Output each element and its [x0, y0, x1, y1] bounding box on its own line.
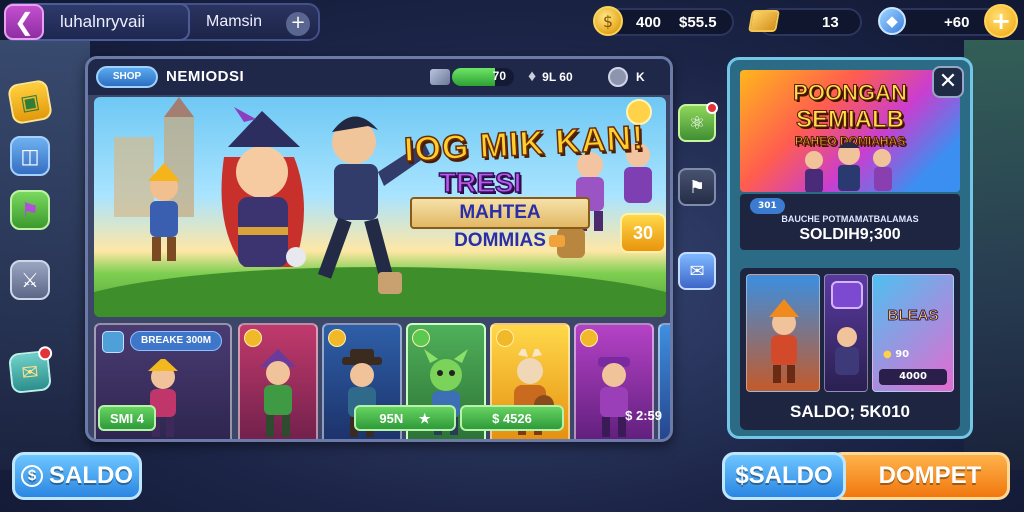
strip-label: BREAKE 300M [130, 331, 223, 351]
cash-value: $55.5 [679, 13, 717, 31]
strip-tag-icon [102, 331, 124, 353]
scroll-icon: ⚑ [21, 198, 39, 222]
energy-icon [430, 69, 450, 85]
back-arrow-icon[interactable]: ❮ [4, 4, 44, 40]
sidebar-mail-button[interactable]: ✉ [8, 345, 53, 394]
panel-title: NEMIODSI [166, 68, 245, 85]
card-badge-icon [244, 329, 262, 347]
dollar-sign: $ [735, 462, 749, 489]
profile-pill[interactable]: ❮ luhalnryvaii [4, 3, 190, 41]
card-badge-icon [412, 329, 430, 347]
saldo-button-right[interactable]: $ SALDO [722, 452, 846, 500]
potion-icon: ⚛ [688, 112, 706, 134]
tickets-counter: K [608, 67, 645, 87]
small-offer-button[interactable]: SMI 4 [98, 405, 156, 431]
energy-bar: 70 [452, 68, 514, 86]
coin-icon: $ [592, 4, 624, 38]
character-figure [598, 357, 630, 437]
background-right [964, 40, 1024, 470]
shop-chip[interactable]: SHOP [96, 66, 158, 88]
key-icon: ♦ [528, 68, 537, 85]
promo-card[interactable] [824, 274, 868, 392]
promo-card-price1: ● 90 [883, 349, 909, 360]
dompet-button[interactable]: DOMPET [830, 452, 1010, 500]
gold-bar-icon [748, 4, 780, 38]
promo-card[interactable]: BLEAS ● 90 4000 [872, 274, 954, 392]
potion-button[interactable]: ⚛ [678, 102, 718, 142]
trophy-button[interactable]: ⚑ [678, 168, 716, 206]
energy-bar-fill [452, 68, 496, 86]
offer-button[interactable]: 95N ★ [354, 405, 456, 431]
promo-cards: BLEAS ● 90 4000 SALDO; 5K010 [740, 268, 960, 430]
coin-icon: ● [883, 349, 892, 360]
keys-value: 9L 60 [542, 70, 573, 84]
promo-saldo: SALDO; 5K010 [790, 402, 910, 421]
promo-card-price1-value: 90 [895, 349, 910, 360]
promo-card[interactable] [746, 274, 820, 392]
saldo-label-left: SALDO [49, 462, 133, 489]
card-badge-icon [328, 329, 346, 347]
promo-info: 301 BAUCHE POTMAMATBALAMAS SOLDIH9;300 [740, 194, 960, 250]
sidebar-quest-button[interactable]: ⚑ [10, 190, 50, 230]
promo-art[interactable]: POONGAN SEMIALB PAHEO DOMIAHAS [740, 70, 960, 192]
gift-icon: ✉ [689, 260, 705, 282]
character-card[interactable] [238, 323, 318, 439]
price-label: $ 2:59 [625, 408, 662, 423]
dollar-icon: $ [21, 465, 43, 487]
saldo-label-right: SALDO [748, 462, 833, 489]
banner-subtitle: TRESI [438, 166, 522, 199]
sidebar-battle-button[interactable]: ⚔ [10, 260, 50, 300]
gems-value: +60 [944, 13, 970, 31]
promo-card-title: BLEAS [887, 307, 939, 325]
promo-chip: 301 [750, 198, 785, 214]
promo-description: BAUCHE POTMAMATBALAMAS [781, 214, 919, 224]
trophy-icon: ⚑ [688, 176, 706, 198]
top-bar: Mamsin + ❮ luhalnryvaii 400 $55.5 $ 13 +… [0, 0, 1024, 46]
event-banner[interactable]: IOG MIK KAN! TRESI MAHTEA DOMMIAS 30 [94, 97, 666, 317]
buy-button[interactable]: $ 4526 [460, 405, 564, 431]
coins-value: 400 [636, 13, 662, 31]
energy-value: 70 [492, 69, 506, 83]
close-icon[interactable]: ✕ [932, 66, 964, 98]
card-badge-icon [496, 329, 514, 347]
add-tab-icon[interactable]: + [286, 12, 310, 36]
star-icon: ★ [418, 411, 431, 426]
notification-dot [706, 102, 718, 114]
badge-icon [831, 281, 863, 309]
sidebar-bag-button[interactable]: ◫ [10, 136, 50, 176]
gem-icon: ◆ [876, 4, 908, 38]
gift-button[interactable]: ✉ [678, 252, 716, 290]
panel-header: SHOP NEMIODSI 70 ♦ 9L 60 K [88, 59, 670, 95]
crossed-swords-icon: ⚔ [21, 268, 39, 292]
keys-counter: ♦ 9L 60 [528, 67, 573, 87]
bag-icon: ◫ [20, 144, 40, 168]
banner-badge[interactable]: 30 [620, 213, 666, 253]
mail-icon: ✉ [20, 359, 40, 385]
card-badge-icon [580, 329, 598, 347]
chest-icon: ▣ [18, 88, 42, 116]
ticket-icon [608, 67, 628, 87]
tickets-value: K [636, 70, 645, 84]
energy-counter: 70 [430, 67, 514, 87]
add-currency-button[interactable]: + [984, 4, 1018, 38]
promo-card-figure [769, 299, 799, 383]
shop-panel: SHOP NEMIODSI 70 ♦ 9L 60 K IOG MIK KAN! … [85, 56, 673, 442]
gold-value: 13 [822, 13, 839, 31]
tab-pill[interactable]: Mamsin + [182, 3, 320, 41]
sidebar-inventory-button[interactable]: ▣ [6, 78, 54, 126]
saldo-button-left[interactable]: $ SALDO [12, 452, 142, 500]
promo-characters [805, 142, 892, 192]
promo-price: SOLDIH9;300 [799, 226, 901, 243]
character-card[interactable] [574, 323, 654, 439]
tab-name: Mamsin [206, 13, 263, 30]
offer-button-label: 95N [379, 411, 404, 426]
promo-card-price2: 4000 [879, 369, 947, 385]
banner-ribbon: MAHTEA DOMMIAS [410, 197, 590, 251]
character-card-partial[interactable] [658, 323, 670, 439]
promo-panel: ✕ POONGAN SEMIALB PAHEO DOMIAHAS 301 BAU… [727, 57, 973, 439]
character-figure [260, 349, 296, 437]
profile-name: luhalnryvaii [60, 12, 146, 31]
